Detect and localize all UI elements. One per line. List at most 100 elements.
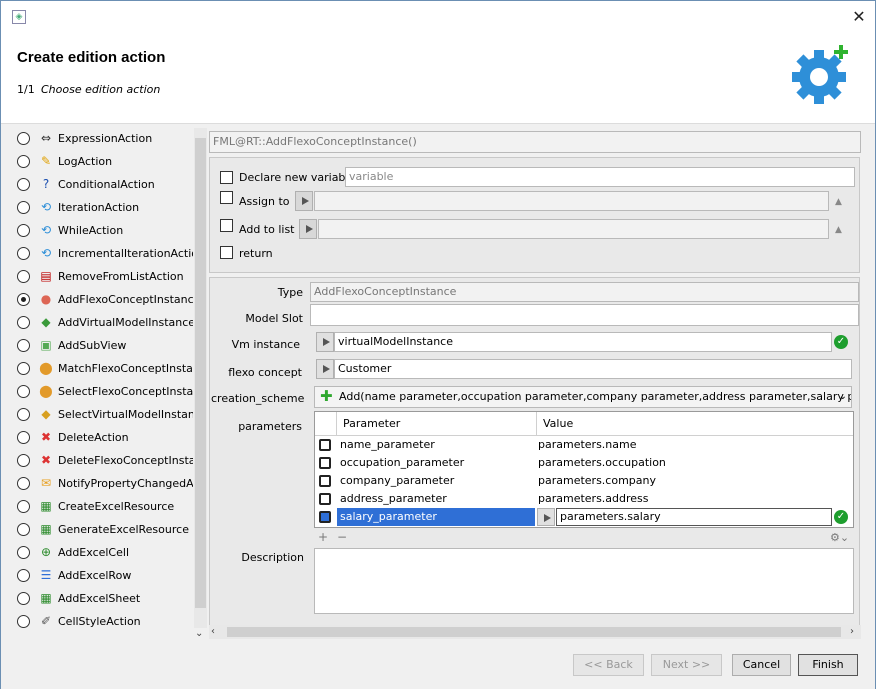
radio-button[interactable] xyxy=(17,292,30,306)
radio-button[interactable] xyxy=(17,614,30,628)
parameter-name-cell[interactable]: company_parameter xyxy=(337,472,535,490)
parameter-row-icon xyxy=(319,511,331,523)
radio-button[interactable] xyxy=(17,545,30,559)
action-option-label: NotifyPropertyChangedAction xyxy=(58,476,193,490)
action-option-label: RemoveFromListAction xyxy=(58,269,184,283)
value-column-header[interactable]: Value xyxy=(537,412,853,436)
virtual-model-icon: ◆ xyxy=(41,315,51,329)
assign-to-input[interactable] xyxy=(314,191,829,211)
radio-button[interactable] xyxy=(17,177,30,191)
return-checkbox[interactable] xyxy=(220,246,233,259)
action-option[interactable]: ⟲ IncrementalIterationAction xyxy=(11,243,193,263)
action-option-label: DeleteAction xyxy=(58,430,129,444)
radio-button[interactable] xyxy=(17,131,30,145)
action-option[interactable]: ⇔ ExpressionAction xyxy=(11,128,193,148)
parameter-value-input[interactable]: parameters.salary xyxy=(556,508,832,526)
radio-button[interactable] xyxy=(17,338,30,352)
return-label: return xyxy=(239,247,273,260)
action-option[interactable]: ⟲ WhileAction xyxy=(11,220,193,240)
close-icon[interactable]: ✕ xyxy=(851,9,867,25)
parameter-value-cell[interactable]: parameters.occupation xyxy=(538,454,666,472)
form-horizontal-scrollbar[interactable] xyxy=(209,625,861,639)
declare-variable-checkbox[interactable] xyxy=(220,171,233,184)
concept-dropdown-button[interactable] xyxy=(316,359,334,379)
add-to-list-checkbox[interactable] xyxy=(220,219,233,232)
action-option[interactable]: ✖ DeleteFlexoConceptInstance xyxy=(11,450,193,470)
back-button[interactable]: << Back xyxy=(573,654,644,676)
action-option[interactable]: ✉ NotifyPropertyChangedAction xyxy=(11,473,193,493)
finish-button[interactable]: Finish xyxy=(798,654,858,676)
action-option[interactable]: ▦ AddExcelSheet xyxy=(11,588,193,608)
action-option[interactable]: ◆ SelectVirtualModelInstance xyxy=(11,404,193,424)
action-option[interactable]: ⬤ SelectFlexoConceptInstance xyxy=(11,381,193,401)
scroll-left-icon[interactable]: ‹ xyxy=(211,626,215,637)
action-option[interactable]: ✖ DeleteAction xyxy=(11,427,193,447)
radio-button[interactable] xyxy=(17,407,30,421)
assign-to-checkbox[interactable] xyxy=(220,191,233,204)
radio-button[interactable] xyxy=(17,269,30,283)
action-option[interactable]: ? ConditionalAction xyxy=(11,174,193,194)
action-option[interactable]: ✐ CellStyleAction xyxy=(11,611,193,631)
step-label: Choose edition action xyxy=(41,83,161,96)
radio-button[interactable] xyxy=(17,384,30,398)
action-option[interactable]: ⬤ MatchFlexoConceptInstance xyxy=(11,358,193,378)
creation-scheme-select[interactable]: ✚ Add(name parameter,occupation paramete… xyxy=(314,386,852,408)
action-option[interactable]: ⟲ IterationAction xyxy=(11,197,193,217)
parameter-row-icon xyxy=(319,475,331,487)
delete-icon: ✖ xyxy=(40,430,52,444)
expression-field[interactable]: FML@RT::AddFlexoConceptInstance() xyxy=(209,131,861,153)
action-option[interactable]: ● AddFlexoConceptInstance xyxy=(11,289,193,309)
radio-button[interactable] xyxy=(17,223,30,237)
radio-button[interactable] xyxy=(17,522,30,536)
model-slot-field[interactable] xyxy=(310,304,859,326)
parameter-name-cell[interactable]: occupation_parameter xyxy=(337,454,535,472)
action-option[interactable]: ✎ LogAction xyxy=(11,151,193,171)
assign-to-binding-button[interactable] xyxy=(295,191,313,211)
row-handle-header xyxy=(315,412,337,436)
action-option[interactable]: ▤ RemoveFromListAction xyxy=(11,266,193,286)
settings-icon[interactable]: ⚙⌄ xyxy=(830,531,849,544)
radio-button[interactable] xyxy=(17,154,30,168)
variable-name-input[interactable]: variable xyxy=(345,167,855,187)
add-row-button[interactable]: + xyxy=(318,530,328,544)
action-option[interactable]: ☰ AddExcelRow xyxy=(11,565,193,585)
action-option[interactable]: ▣ AddSubView xyxy=(11,335,193,355)
parameter-value-cell[interactable]: parameters.company xyxy=(538,472,656,490)
radio-button[interactable] xyxy=(17,246,30,260)
list-scrollbar[interactable] xyxy=(194,128,207,628)
value-binding-button[interactable] xyxy=(537,508,555,526)
radio-button[interactable] xyxy=(17,200,30,214)
flexo-concept-field[interactable]: Customer xyxy=(334,359,852,379)
radio-button[interactable] xyxy=(17,499,30,513)
scroll-down-icon[interactable]: ⌄ xyxy=(195,628,203,639)
excel-icon: ▦ xyxy=(40,499,52,513)
radio-button[interactable] xyxy=(17,591,30,605)
radio-button[interactable] xyxy=(17,361,30,375)
parameter-name-cell[interactable]: salary_parameter xyxy=(337,508,535,526)
parameter-value-cell[interactable]: parameters.name xyxy=(538,436,637,454)
parameter-name-cell[interactable]: address_parameter xyxy=(337,490,535,508)
vm-instance-field[interactable]: virtualModelInstance xyxy=(334,332,832,352)
parameter-name-cell[interactable]: name_parameter xyxy=(337,436,535,454)
description-textarea[interactable] xyxy=(314,548,854,614)
next-button[interactable]: Next >> xyxy=(651,654,722,676)
radio-button[interactable] xyxy=(17,430,30,444)
scroll-right-icon[interactable]: › xyxy=(850,626,854,637)
vm-binding-button[interactable] xyxy=(316,332,334,352)
flexo-concept-label: flexo concept xyxy=(228,366,302,379)
action-option[interactable]: ⊕ AddExcelCell xyxy=(11,542,193,562)
cancel-button[interactable]: Cancel xyxy=(732,654,791,676)
radio-button[interactable] xyxy=(17,568,30,582)
add-to-list-binding-button[interactable] xyxy=(299,219,317,239)
radio-button[interactable] xyxy=(17,476,30,490)
add-to-list-input[interactable] xyxy=(318,219,829,239)
action-option-label: AddVirtualModelInstance xyxy=(58,315,193,329)
radio-button[interactable] xyxy=(17,453,30,467)
parameter-column-header[interactable]: Parameter xyxy=(337,412,537,436)
action-option[interactable]: ◆ AddVirtualModelInstance xyxy=(11,312,193,332)
action-option[interactable]: ▦ CreateExcelResource xyxy=(11,496,193,516)
action-option[interactable]: ▦ GenerateExcelResource xyxy=(11,519,193,539)
remove-row-button[interactable]: − xyxy=(337,530,347,544)
parameter-value-cell[interactable]: parameters.address xyxy=(538,490,649,508)
radio-button[interactable] xyxy=(17,315,30,329)
